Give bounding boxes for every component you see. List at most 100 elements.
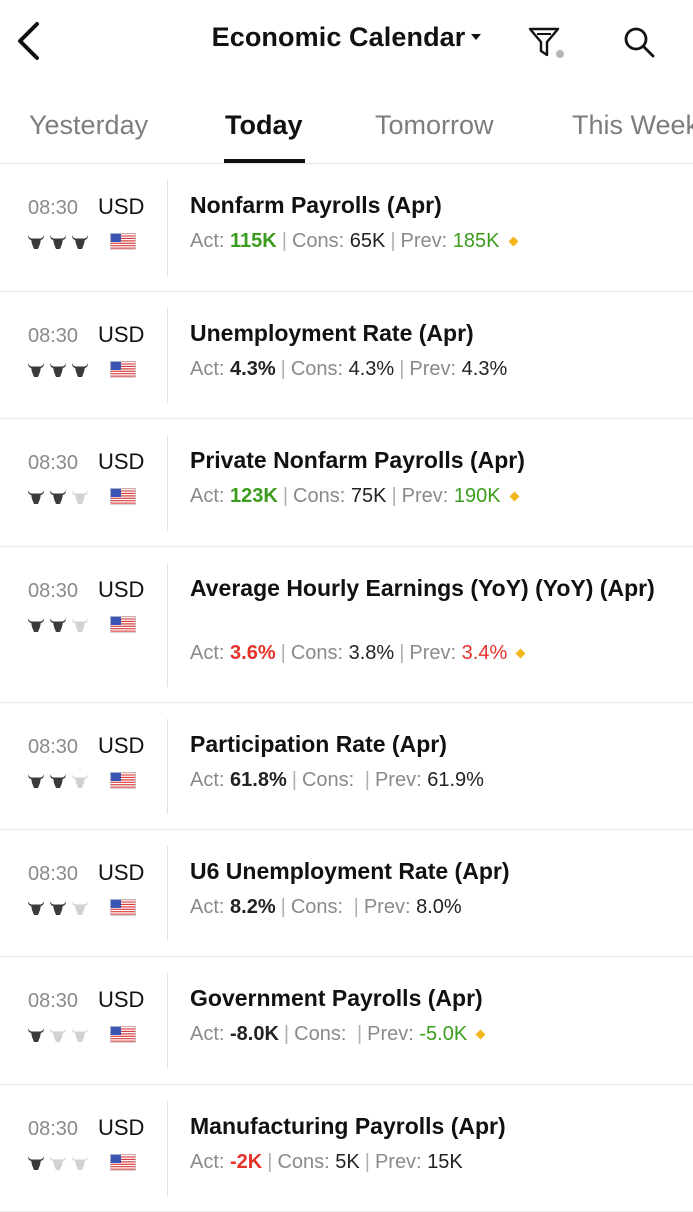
us-flag-icon — [110, 233, 136, 250]
previous-value: 190K — [453, 485, 501, 507]
divider: | — [399, 642, 405, 664]
consensus-value: 4.3% — [348, 358, 395, 380]
previous-value: 61.9% — [427, 769, 484, 791]
actual-label: Act: — [190, 358, 225, 380]
actual-label: Act: — [190, 485, 225, 507]
event-currency: USD — [98, 194, 145, 219]
event-title: Unemployment Rate (Apr) — [190, 320, 474, 346]
previous-label: Prev: — [374, 1151, 422, 1173]
previous-value: -5.0K — [419, 1023, 468, 1045]
us-flag-icon — [110, 1154, 136, 1171]
filter-icon — [528, 27, 564, 58]
event-values: Act: 4.3% | Cons: 4.3% | Prev: 4.3% — [190, 358, 507, 381]
tab-this-week[interactable]: This Week — [572, 110, 693, 141]
event-title: U6 Unemployment Rate (Apr) — [190, 858, 510, 884]
event-title: Average Hourly Earnings (YoY) (YoY) (Apr… — [190, 575, 655, 601]
column-divider — [167, 180, 168, 276]
filter-button[interactable] — [526, 22, 566, 62]
bull-icon — [26, 233, 46, 251]
previous-label: Prev: — [374, 769, 422, 791]
search-icon — [624, 27, 655, 58]
event-row[interactable]: 08:30 USD Manufacturing Payrolls (Apr) Act:… — [0, 1085, 693, 1212]
consensus-label: Cons: — [293, 485, 346, 507]
bull-icon — [48, 899, 68, 917]
column-divider — [167, 435, 168, 531]
search-button[interactable] — [621, 24, 657, 60]
divider: | — [283, 1023, 290, 1045]
divider: | — [390, 230, 396, 252]
divider: | — [364, 1151, 370, 1173]
event-title: Private Nonfarm Payrolls (Apr) — [190, 447, 525, 473]
event-row[interactable]: 08:30 USD Unemployment Rate (Apr) Act: 4.3%… — [0, 292, 693, 419]
consensus-value: 75K — [350, 485, 387, 507]
bull-icon — [26, 1026, 46, 1044]
column-divider — [167, 563, 168, 687]
event-time: 08:30 — [28, 452, 79, 474]
consensus-label: Cons: — [290, 358, 344, 380]
event-currency: USD — [98, 1115, 145, 1140]
column-divider — [167, 1101, 168, 1196]
event-currency: USD — [98, 322, 145, 347]
previous-value: 3.4% — [461, 642, 508, 664]
event-row[interactable]: 08:30 USD Average Hourly Earnings (YoY) (Y… — [0, 547, 693, 703]
event-row[interactable]: 08:30 USD Nonfarm Payrolls (Apr) Act: 115K |… — [0, 164, 693, 292]
diamond-icon — [509, 491, 520, 502]
actual-value: 3.6% — [230, 642, 276, 664]
divider: | — [391, 485, 397, 507]
previous-label: Prev: — [400, 230, 448, 252]
actual-label: Act: — [190, 1151, 225, 1173]
calendar-title-dropdown[interactable]: Economic Calendar — [212, 22, 482, 53]
divider: | — [280, 896, 286, 918]
actual-value: 4.3% — [230, 358, 276, 380]
tab-tomorrow[interactable]: Tomorrow — [375, 110, 494, 141]
event-row[interactable]: 08:30 USD Participation Rate (Apr) Act: 61.… — [0, 703, 693, 830]
event-time: 08:30 — [28, 863, 79, 885]
actual-value: 61.8% — [230, 769, 287, 791]
previous-label: Prev: — [409, 642, 457, 664]
previous-value: 8.0% — [416, 896, 462, 918]
event-currency: USD — [98, 987, 145, 1012]
event-row[interactable]: 08:30 USD Government Payrolls (Apr) Act: -8… — [0, 957, 693, 1085]
event-time: 08:30 — [28, 197, 79, 219]
bull-icon — [26, 616, 46, 634]
us-flag-icon — [110, 361, 136, 378]
bull-icon — [70, 616, 90, 634]
tab-today[interactable]: Today — [225, 110, 303, 141]
us-flag-icon — [110, 772, 136, 789]
column-divider — [167, 308, 168, 403]
us-flag-icon — [110, 899, 136, 916]
column-divider — [167, 719, 168, 814]
diamond-icon — [515, 648, 526, 659]
event-values: Act: 115K | Cons: 65K | Prev: 185K — [190, 230, 518, 253]
us-flag-icon — [110, 488, 136, 505]
divider: | — [280, 642, 286, 664]
bull-icon — [26, 488, 46, 506]
bull-icon — [70, 361, 90, 379]
event-title: Participation Rate (Apr) — [190, 731, 447, 757]
divider: | — [356, 1023, 363, 1045]
bull-icon — [48, 772, 68, 790]
event-currency: USD — [98, 449, 145, 474]
bull-icon — [48, 1026, 68, 1044]
actual-value: 115K — [230, 230, 277, 252]
diamond-icon — [475, 1029, 486, 1040]
bull-icon — [26, 1154, 46, 1172]
event-row[interactable]: 08:30 USD Private Nonfarm Payrolls (Apr) Ac… — [0, 419, 693, 547]
event-values: Act: 123K | Cons: 75K | Prev: 190K — [190, 485, 520, 508]
bull-icon — [48, 361, 68, 379]
event-row[interactable]: 08:30 USD U6 Unemployment Rate (Apr) Act: 8… — [0, 830, 693, 957]
date-tabs: Yesterday Today Tomorrow This Week — [0, 86, 693, 164]
bull-icon — [70, 1154, 90, 1172]
bull-icon — [70, 899, 90, 917]
actual-value: -2K — [230, 1151, 263, 1173]
previous-label: Prev: — [401, 485, 449, 507]
consensus-label: Cons: — [290, 642, 344, 664]
event-time: 08:30 — [28, 1118, 79, 1140]
tab-yesterday[interactable]: Yesterday — [29, 110, 148, 141]
consensus-label: Cons: — [291, 230, 345, 252]
event-time: 08:30 — [28, 580, 79, 602]
event-title: Nonfarm Payrolls (Apr) — [190, 192, 442, 218]
actual-value: 123K — [230, 485, 278, 507]
event-time: 08:30 — [28, 325, 79, 347]
actual-value: -8.0K — [230, 1023, 279, 1045]
